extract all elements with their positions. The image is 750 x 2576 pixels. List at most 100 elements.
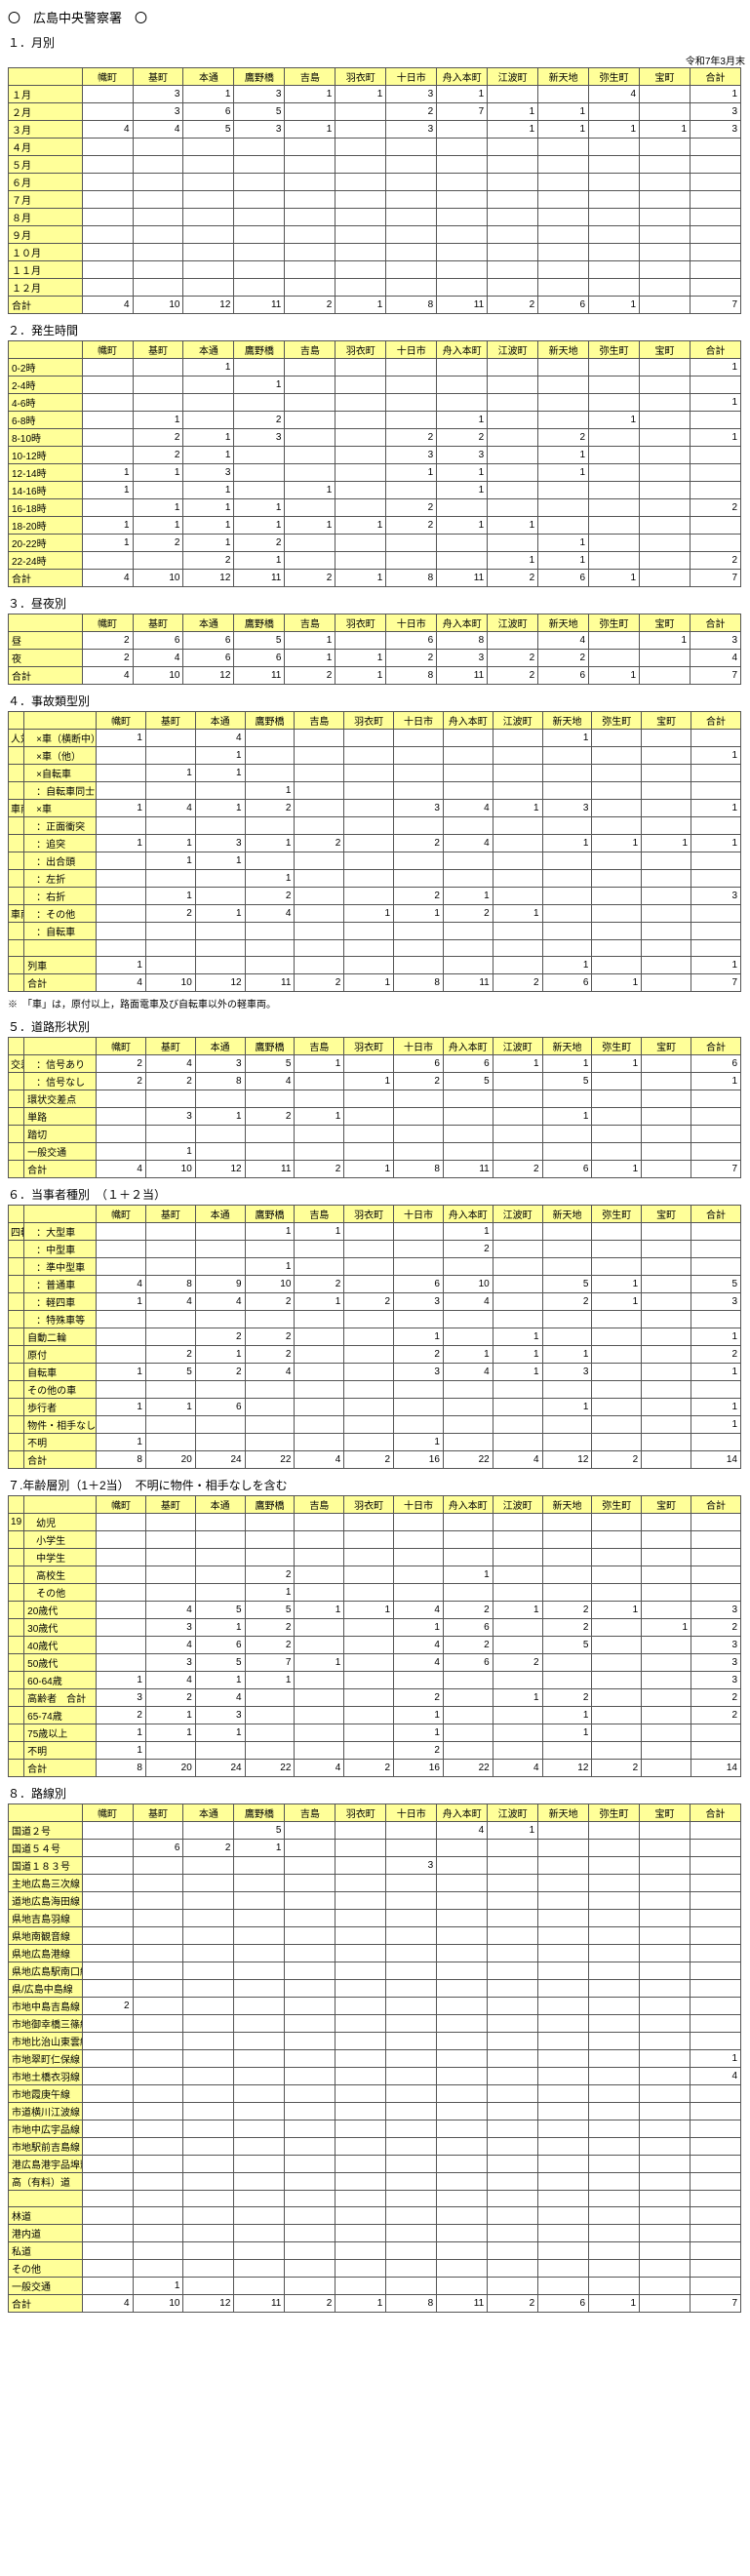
data-cell bbox=[437, 1840, 488, 1857]
cat-cell: 19 bbox=[9, 1514, 24, 1531]
data-cell: 2 bbox=[394, 835, 444, 852]
data-cell: 1 bbox=[295, 1293, 344, 1311]
data-cell: 5 bbox=[234, 1822, 285, 1840]
data-cell bbox=[437, 376, 488, 394]
data-cell: 2 bbox=[538, 429, 589, 447]
data-cell bbox=[97, 1223, 146, 1241]
data-cell bbox=[285, 447, 336, 464]
section-6: ６．当事者種別 （１＋２当） bbox=[8, 1186, 749, 1203]
data-cell bbox=[437, 1980, 488, 1998]
data-cell bbox=[589, 279, 640, 297]
data-cell bbox=[295, 800, 344, 817]
data-cell bbox=[234, 2120, 285, 2138]
data-cell: 5 bbox=[691, 1276, 741, 1293]
data-cell: 1 bbox=[133, 517, 183, 535]
data-cell bbox=[493, 1584, 542, 1602]
data-cell bbox=[538, 1840, 589, 1857]
data-cell bbox=[234, 359, 285, 376]
data-cell bbox=[344, 1399, 394, 1416]
data-cell bbox=[640, 552, 691, 570]
data-cell bbox=[642, 1672, 691, 1689]
data-cell bbox=[493, 1381, 542, 1399]
data-cell: 1 bbox=[97, 835, 146, 852]
data-cell: 1 bbox=[488, 103, 538, 121]
data-cell bbox=[592, 1073, 642, 1090]
data-cell: 2 bbox=[245, 1328, 295, 1346]
data-cell bbox=[493, 957, 542, 974]
data-cell bbox=[493, 1707, 542, 1724]
row-header: 県地南観音線 bbox=[9, 1927, 83, 1945]
data-cell bbox=[437, 209, 488, 226]
data-cell: 11 bbox=[234, 2295, 285, 2313]
data-cell: 1 bbox=[336, 297, 386, 314]
data-cell bbox=[493, 940, 542, 957]
data-cell bbox=[285, 359, 336, 376]
data-cell bbox=[183, 2173, 234, 2191]
data-cell bbox=[336, 2225, 386, 2242]
row-header: 40歳代 bbox=[24, 1637, 97, 1654]
data-cell bbox=[336, 2103, 386, 2120]
data-cell bbox=[589, 1980, 640, 1998]
data-cell: 1 bbox=[394, 1619, 444, 1637]
data-cell: 1 bbox=[195, 747, 245, 765]
data-cell bbox=[642, 1293, 691, 1311]
data-cell bbox=[295, 1126, 344, 1143]
data-cell: 6 bbox=[195, 1637, 245, 1654]
col-header: 江波町 bbox=[488, 68, 538, 86]
col-header: 宝町 bbox=[642, 1496, 691, 1514]
data-cell bbox=[344, 1416, 394, 1434]
data-cell bbox=[145, 1090, 195, 1108]
data-cell: 10 bbox=[133, 667, 183, 685]
data-cell bbox=[437, 359, 488, 376]
data-cell bbox=[589, 1962, 640, 1980]
data-cell bbox=[443, 730, 493, 747]
data-cell: 1 bbox=[245, 1584, 295, 1602]
data-cell bbox=[443, 782, 493, 800]
data-cell bbox=[642, 1602, 691, 1619]
col-header: 宝町 bbox=[640, 614, 691, 632]
data-cell: 1 bbox=[183, 429, 234, 447]
row-header: 市地霞庚午線 bbox=[9, 2085, 83, 2103]
data-cell bbox=[183, 1892, 234, 1910]
data-cell bbox=[437, 2278, 488, 2295]
data-cell bbox=[542, 1584, 592, 1602]
data-cell bbox=[295, 1584, 344, 1602]
data-cell: 7 bbox=[437, 103, 488, 121]
data-cell bbox=[589, 191, 640, 209]
data-cell: 1 bbox=[245, 1672, 295, 1689]
data-cell bbox=[642, 817, 691, 835]
row-header: 4-6時 bbox=[9, 394, 83, 412]
data-cell: 1 bbox=[691, 2050, 741, 2068]
data-cell bbox=[336, 1998, 386, 2015]
data-cell bbox=[394, 1311, 444, 1328]
cat-cell bbox=[9, 1161, 24, 1178]
data-cell: 4 bbox=[443, 835, 493, 852]
data-cell bbox=[437, 2173, 488, 2191]
cat-cell bbox=[9, 1654, 24, 1672]
data-cell bbox=[691, 1143, 741, 1161]
data-cell bbox=[640, 2295, 691, 2313]
data-cell: 1 bbox=[488, 1822, 538, 1840]
data-cell: 1 bbox=[285, 482, 336, 499]
data-cell bbox=[443, 1434, 493, 1451]
row-header: 高齢者 合計 bbox=[24, 1689, 97, 1707]
data-cell bbox=[234, 2050, 285, 2068]
data-cell bbox=[386, 2015, 437, 2033]
data-cell bbox=[592, 1346, 642, 1364]
data-cell bbox=[542, 1328, 592, 1346]
data-cell: 1 bbox=[183, 535, 234, 552]
data-cell: 4 bbox=[195, 730, 245, 747]
data-cell bbox=[183, 2120, 234, 2138]
data-cell: 12 bbox=[195, 1161, 245, 1178]
col-header: 本通 bbox=[195, 1206, 245, 1223]
data-cell bbox=[691, 1126, 741, 1143]
data-cell: 8 bbox=[437, 632, 488, 650]
data-cell: 1 bbox=[592, 1055, 642, 1073]
row-header: ：自転車 bbox=[24, 923, 97, 940]
col-header: 合計 bbox=[691, 1496, 741, 1514]
data-cell: 4 bbox=[97, 1276, 146, 1293]
note-4: ※ 「車」は，原付以上，路面電車及び自転車以外の軽車両。 bbox=[8, 996, 749, 1011]
data-cell bbox=[394, 870, 444, 888]
cat-cell bbox=[9, 817, 24, 835]
data-cell bbox=[640, 226, 691, 244]
